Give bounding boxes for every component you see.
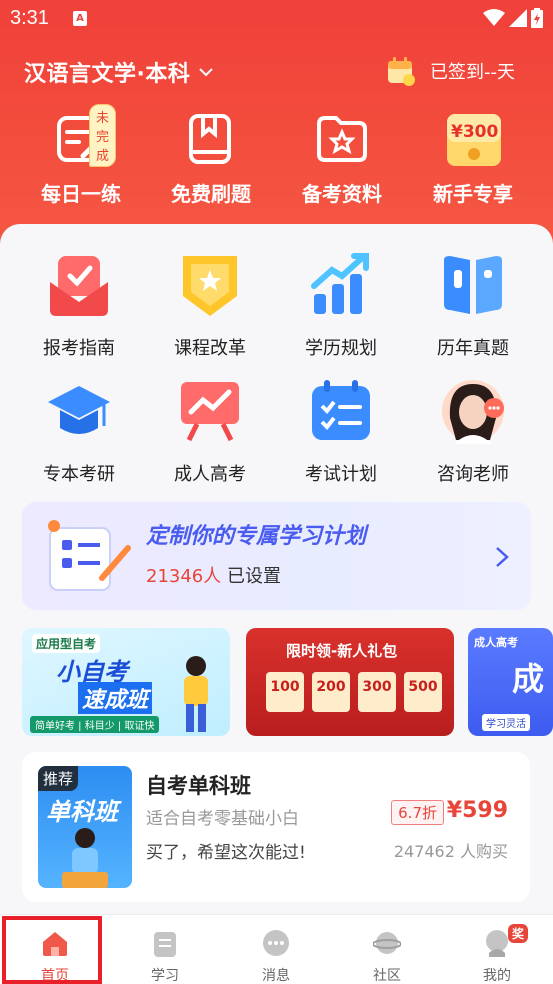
- quick-actions: 未完成 每日一练 免费刷题 备考资料 ¥300 新手专享: [0, 104, 553, 220]
- chat-icon: [263, 930, 289, 956]
- plan-suffix: 已设置: [227, 566, 281, 587]
- grid-exam-schedule[interactable]: 考试计划: [286, 378, 396, 486]
- promo-adult-big: 成: [512, 660, 545, 698]
- discount-tag: 6.7折: [391, 800, 444, 825]
- promo-adult-footer: 学习灵活: [482, 714, 530, 731]
- grid-exam-guide[interactable]: 报考指南: [24, 252, 134, 360]
- coupon: 300: [358, 672, 396, 712]
- promo-line2: 速成班: [78, 682, 153, 714]
- envelope-check-icon: [50, 256, 108, 316]
- quick-label: 免费刷题: [171, 182, 251, 206]
- grid-label: 课程改革: [174, 338, 246, 359]
- grid-label: 专本考研: [43, 464, 115, 485]
- quick-daily-practice[interactable]: 未完成 每日一练: [26, 104, 136, 207]
- prize-badge: 奖: [508, 924, 529, 943]
- battery-icon: [531, 8, 543, 28]
- signin-label: 已签到--天: [430, 62, 515, 83]
- status-bar: 3:31 A: [0, 0, 553, 38]
- quick-label: 备考资料: [302, 182, 382, 206]
- star-badge-icon: [183, 256, 237, 316]
- envelope-amount: ¥300: [451, 122, 499, 142]
- major-title: 汉语言文学·本科: [24, 62, 191, 87]
- thumb-title: 单科班: [46, 798, 118, 826]
- course-title: 自考单科班: [146, 774, 251, 798]
- grid-label: 咨询老师: [437, 464, 509, 485]
- buyer-count: 247462 人购买: [393, 842, 508, 861]
- grid-education-plan[interactable]: 学历规划: [286, 252, 396, 360]
- student-illustration: [62, 828, 108, 888]
- grid-consult-teacher[interactable]: 咨询老师: [418, 378, 528, 486]
- nav-profile[interactable]: 我的: [442, 915, 552, 984]
- status-time: 3:31: [10, 7, 49, 29]
- grid-label: 学历规划: [305, 338, 377, 359]
- chevron-down-icon: [199, 68, 214, 77]
- grid-adult-exam[interactable]: 成人高考: [155, 378, 265, 486]
- grid-label: 报考指南: [43, 338, 115, 359]
- course-price: ¥599: [446, 798, 508, 823]
- grid-label: 考试计划: [305, 464, 377, 485]
- course-comment: 买了，希望这次能过!: [146, 843, 306, 863]
- star-folder-icon: [317, 116, 367, 162]
- study-plan-icon: [48, 520, 131, 591]
- recommend-badge: 推荐: [38, 766, 79, 791]
- quick-label: 每日一练: [41, 182, 121, 206]
- course-subtitle: 适合自考零基础小白: [146, 809, 299, 829]
- plan-title: 定制你的专属学习计划: [146, 524, 367, 549]
- nav-study[interactable]: 学习: [110, 915, 220, 984]
- nav-home-highlight: [2, 916, 102, 984]
- clipboard-icon: [154, 932, 176, 957]
- quick-newbie-offer[interactable]: ¥300 新手专享: [418, 110, 528, 207]
- grid-label: 历年真题: [437, 338, 509, 359]
- calendar-icon: [388, 57, 415, 86]
- nav-label: 消息: [262, 968, 290, 984]
- promo-self-exam[interactable]: 应用型自考 小自考 速成班 简单好考 | 科目少 | 取证快: [22, 628, 230, 736]
- grid-label: 成人高考: [174, 464, 246, 485]
- user-icon: [486, 930, 508, 957]
- incomplete-badge: 未完成: [89, 104, 117, 167]
- plan-count: 21346人: [146, 566, 222, 587]
- system-icons: [483, 8, 543, 28]
- nav-label: 我的: [483, 968, 511, 984]
- quick-label: 新手专享: [433, 182, 513, 206]
- promo-adult-exam[interactable]: 成人高考 成 学习灵活: [468, 628, 553, 736]
- major-selector[interactable]: 汉语言文学·本科: [24, 56, 214, 88]
- course-card[interactable]: 推荐 单科班 自考单科班 适合自考零基础小白 买了，希望这次能过! 6.7折 ¥…: [22, 752, 530, 902]
- nav-label: 社区: [373, 968, 401, 984]
- quick-study-materials[interactable]: 备考资料: [287, 110, 397, 207]
- student-figure: [184, 656, 208, 732]
- promo-tag: 应用型自考: [32, 634, 101, 653]
- growth-chart-icon: [311, 253, 369, 314]
- course-thumbnail: 推荐 单科班: [38, 766, 132, 888]
- coupon: 500: [404, 672, 442, 712]
- wifi-icon: [483, 9, 505, 26]
- open-book-icon: [444, 256, 502, 314]
- signal-icon: [509, 9, 527, 27]
- promo-gift-title: 限时领-新人礼包: [286, 642, 398, 660]
- promo-adult-tag: 成人高考: [474, 636, 518, 649]
- plan-count-row: 21346人 已设置: [146, 562, 281, 588]
- grid-past-papers[interactable]: 历年真题: [418, 252, 528, 360]
- promo-newbie-gift[interactable]: 限时领-新人礼包 100 200 300 500: [246, 628, 454, 736]
- planet-icon: [372, 932, 402, 954]
- nav-label: 学习: [151, 968, 179, 984]
- nav-messages[interactable]: 消息: [221, 915, 331, 984]
- grid-postgraduate[interactable]: 专本考研: [24, 378, 134, 486]
- nav-community[interactable]: 社区: [332, 915, 442, 984]
- study-plan-banner[interactable]: 定制你的专属学习计划 21346人 已设置: [22, 502, 531, 610]
- quick-free-questions[interactable]: 免费刷题: [156, 110, 266, 207]
- coupon: 200: [312, 672, 350, 712]
- signin-status[interactable]: 已签到--天: [386, 56, 515, 86]
- presentation-board-icon: [181, 382, 239, 442]
- checklist-calendar-icon: [312, 380, 370, 440]
- coupon: 100: [266, 672, 304, 712]
- teacher-avatar-icon: [442, 380, 504, 444]
- graduation-cap-icon: [48, 386, 110, 434]
- chevron-right-icon: [496, 547, 509, 567]
- promo-footer: 简单好考 | 科目少 | 取证快: [30, 716, 160, 733]
- book-icon: [189, 114, 231, 164]
- app-notification-icon: A: [73, 11, 87, 26]
- grid-course-reform[interactable]: 课程改革: [155, 252, 265, 360]
- coupon-row: 100 200 300 500: [266, 672, 442, 712]
